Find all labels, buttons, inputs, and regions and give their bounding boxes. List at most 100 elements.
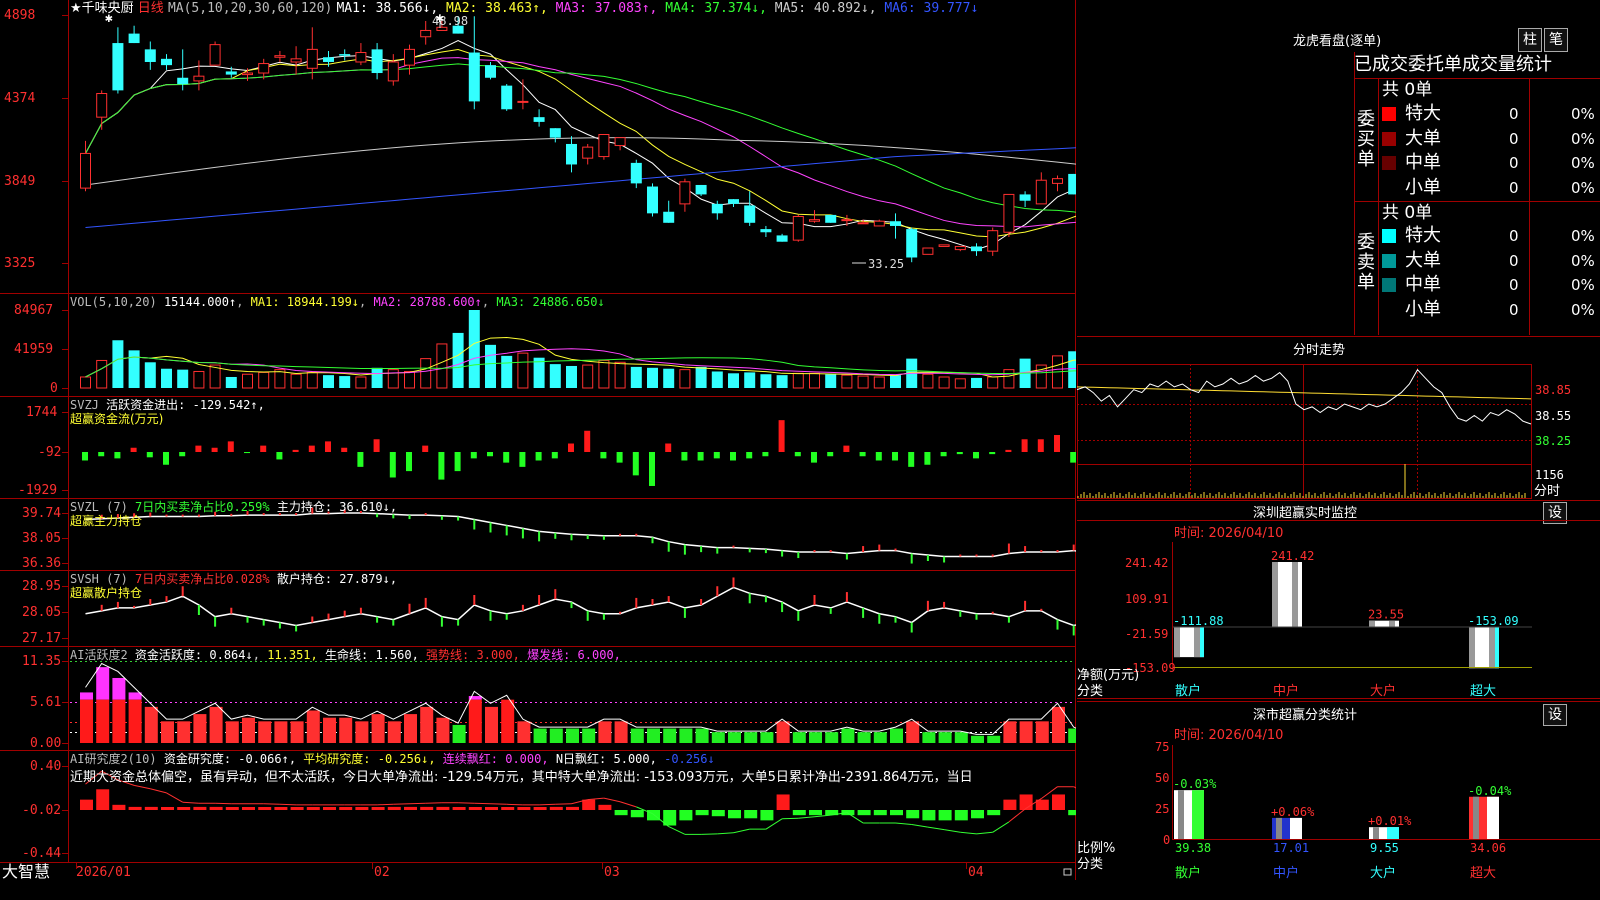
candle-body bbox=[112, 43, 124, 91]
ai2-axis-label: 0.00 bbox=[30, 736, 62, 751]
svzj-bar bbox=[1054, 435, 1060, 452]
szcy-category: 大户 bbox=[1370, 684, 1397, 699]
ai2-bar bbox=[890, 728, 903, 743]
ai2-bar bbox=[711, 732, 725, 743]
candle-body bbox=[922, 247, 934, 255]
ai2-bar bbox=[161, 721, 174, 743]
candle-body bbox=[971, 246, 982, 252]
svzj-bar bbox=[940, 452, 947, 457]
scfl-category: 大户 bbox=[1370, 866, 1397, 881]
szcy-cat: 分类 bbox=[1077, 684, 1104, 699]
svsh-axis-label: 28.95 bbox=[22, 579, 62, 594]
ai2-bar bbox=[776, 721, 790, 743]
scfl-category: 中户 bbox=[1273, 866, 1300, 881]
svzj-bar bbox=[487, 452, 493, 457]
ai2-bar bbox=[630, 728, 644, 743]
candle-body bbox=[954, 245, 966, 251]
candle-body bbox=[679, 181, 691, 205]
ai2-bar bbox=[825, 732, 839, 743]
candle-body bbox=[614, 137, 626, 147]
szcy-bar-shade bbox=[1174, 627, 1180, 658]
legend-swatch bbox=[1382, 278, 1396, 292]
air-avg-line bbox=[425, 802, 442, 804]
svzj-bar bbox=[843, 445, 850, 452]
svzj-bar bbox=[292, 449, 299, 452]
candle-body bbox=[647, 186, 658, 214]
right-panel: 龙虎看盘(逐单) 柱 笔 已成交委托单成交量统计 委买单 共 0单 特大 0 0% 大… bbox=[1077, 0, 1600, 900]
scfl-value-label: 17.01 bbox=[1273, 841, 1309, 855]
svzl-axis-label: 36.36 bbox=[22, 556, 62, 571]
scfl-bar-shade bbox=[1178, 790, 1184, 839]
volume-bar bbox=[841, 374, 853, 389]
volume-bar bbox=[355, 376, 367, 389]
air-bar bbox=[128, 806, 142, 810]
svzl-header: SVZL (7) 7日内买卖净占比0.259% 主力持仓: 36.610↓, bbox=[70, 500, 397, 515]
legend-swatch bbox=[1382, 131, 1396, 146]
vol-ma10-line bbox=[85, 348, 1076, 378]
svzj-bar bbox=[470, 452, 477, 459]
air-avg-line bbox=[798, 816, 815, 819]
air-bar bbox=[323, 807, 336, 810]
svsh-label: SVSH (7) bbox=[70, 572, 128, 586]
svzj-bar bbox=[989, 452, 996, 455]
svzj-bar bbox=[454, 452, 461, 472]
svzj-bars bbox=[82, 420, 1076, 486]
row-pct: 0% bbox=[1571, 251, 1595, 270]
air-bar bbox=[873, 810, 887, 816]
szcy-title: 深圳超赢实时监控 bbox=[1253, 506, 1358, 521]
svzj-bar bbox=[1037, 439, 1044, 452]
ai2-bar bbox=[436, 717, 450, 743]
air-bar bbox=[954, 810, 968, 821]
x-axis-ticks bbox=[76, 863, 1072, 876]
svzl-axis-label: 39.74 bbox=[22, 506, 62, 521]
air-bar bbox=[1019, 794, 1033, 810]
ai2-bar-burst bbox=[112, 677, 126, 700]
volume-bar bbox=[809, 372, 820, 389]
air-bar bbox=[792, 810, 806, 816]
candle-body bbox=[96, 93, 108, 118]
row-name: 中单 bbox=[1405, 152, 1441, 173]
main-chart-svg[interactable]: 48.98 33.25 ✱ ✱ bbox=[0, 0, 1076, 880]
air-axis-label: -0.02 bbox=[22, 803, 62, 818]
ai2-bar-burst bbox=[80, 692, 93, 700]
candle-body bbox=[906, 229, 918, 258]
vol-label: VOL(5,10,20) bbox=[70, 295, 157, 309]
candle-body bbox=[760, 229, 772, 233]
air-bar bbox=[728, 810, 741, 819]
ai2-bar bbox=[873, 732, 887, 743]
candle-body bbox=[371, 49, 383, 74]
air-bar bbox=[1068, 810, 1076, 816]
scfl-change-label: -0.04% bbox=[1468, 784, 1512, 798]
air-avg-line bbox=[555, 803, 572, 805]
ai2-axis-label: 11.35 bbox=[22, 654, 62, 669]
scfl-cat: 分类 bbox=[1077, 857, 1104, 872]
ma-value-3: MA3: 37.083↑, bbox=[547, 1, 658, 16]
ai2-bar bbox=[744, 732, 758, 743]
fenshi-chart[interactable] bbox=[1077, 360, 1600, 520]
ai2-bar bbox=[533, 728, 547, 743]
scfl-value-label: 34.06 bbox=[1470, 841, 1506, 855]
air-bar bbox=[987, 810, 1001, 816]
candle-body bbox=[1003, 193, 1015, 233]
air-avg-line bbox=[393, 803, 410, 805]
candle-body bbox=[404, 48, 415, 66]
ai2-bar bbox=[987, 735, 1001, 743]
volume-bar bbox=[873, 376, 885, 389]
air-avg-line bbox=[506, 803, 523, 806]
candle-body bbox=[517, 100, 529, 103]
szcy-unit: 净额(万元) bbox=[1077, 668, 1140, 683]
fenshi-vol-axis: 1156 bbox=[1535, 468, 1564, 482]
row-count: 0 bbox=[1509, 178, 1519, 197]
ai2-value2: 11.351, bbox=[267, 648, 318, 662]
air-avg-line bbox=[911, 824, 928, 828]
ai2-bar bbox=[144, 706, 158, 743]
period-label[interactable]: 日线 bbox=[138, 1, 164, 16]
ai2-bar bbox=[177, 721, 191, 743]
svzj-bar bbox=[1005, 449, 1012, 452]
main-chart-area[interactable]: 48.98 33.25 ✱ ✱ ★千味央厨 日线 MA(5,10,20,30,6… bbox=[0, 0, 1076, 881]
row-name: 大单 bbox=[1405, 127, 1441, 149]
air-bar bbox=[501, 807, 515, 810]
ai2-bar bbox=[663, 728, 677, 743]
row-name: 大单 bbox=[1405, 249, 1441, 271]
air-axis-label: -0.44 bbox=[22, 846, 62, 861]
